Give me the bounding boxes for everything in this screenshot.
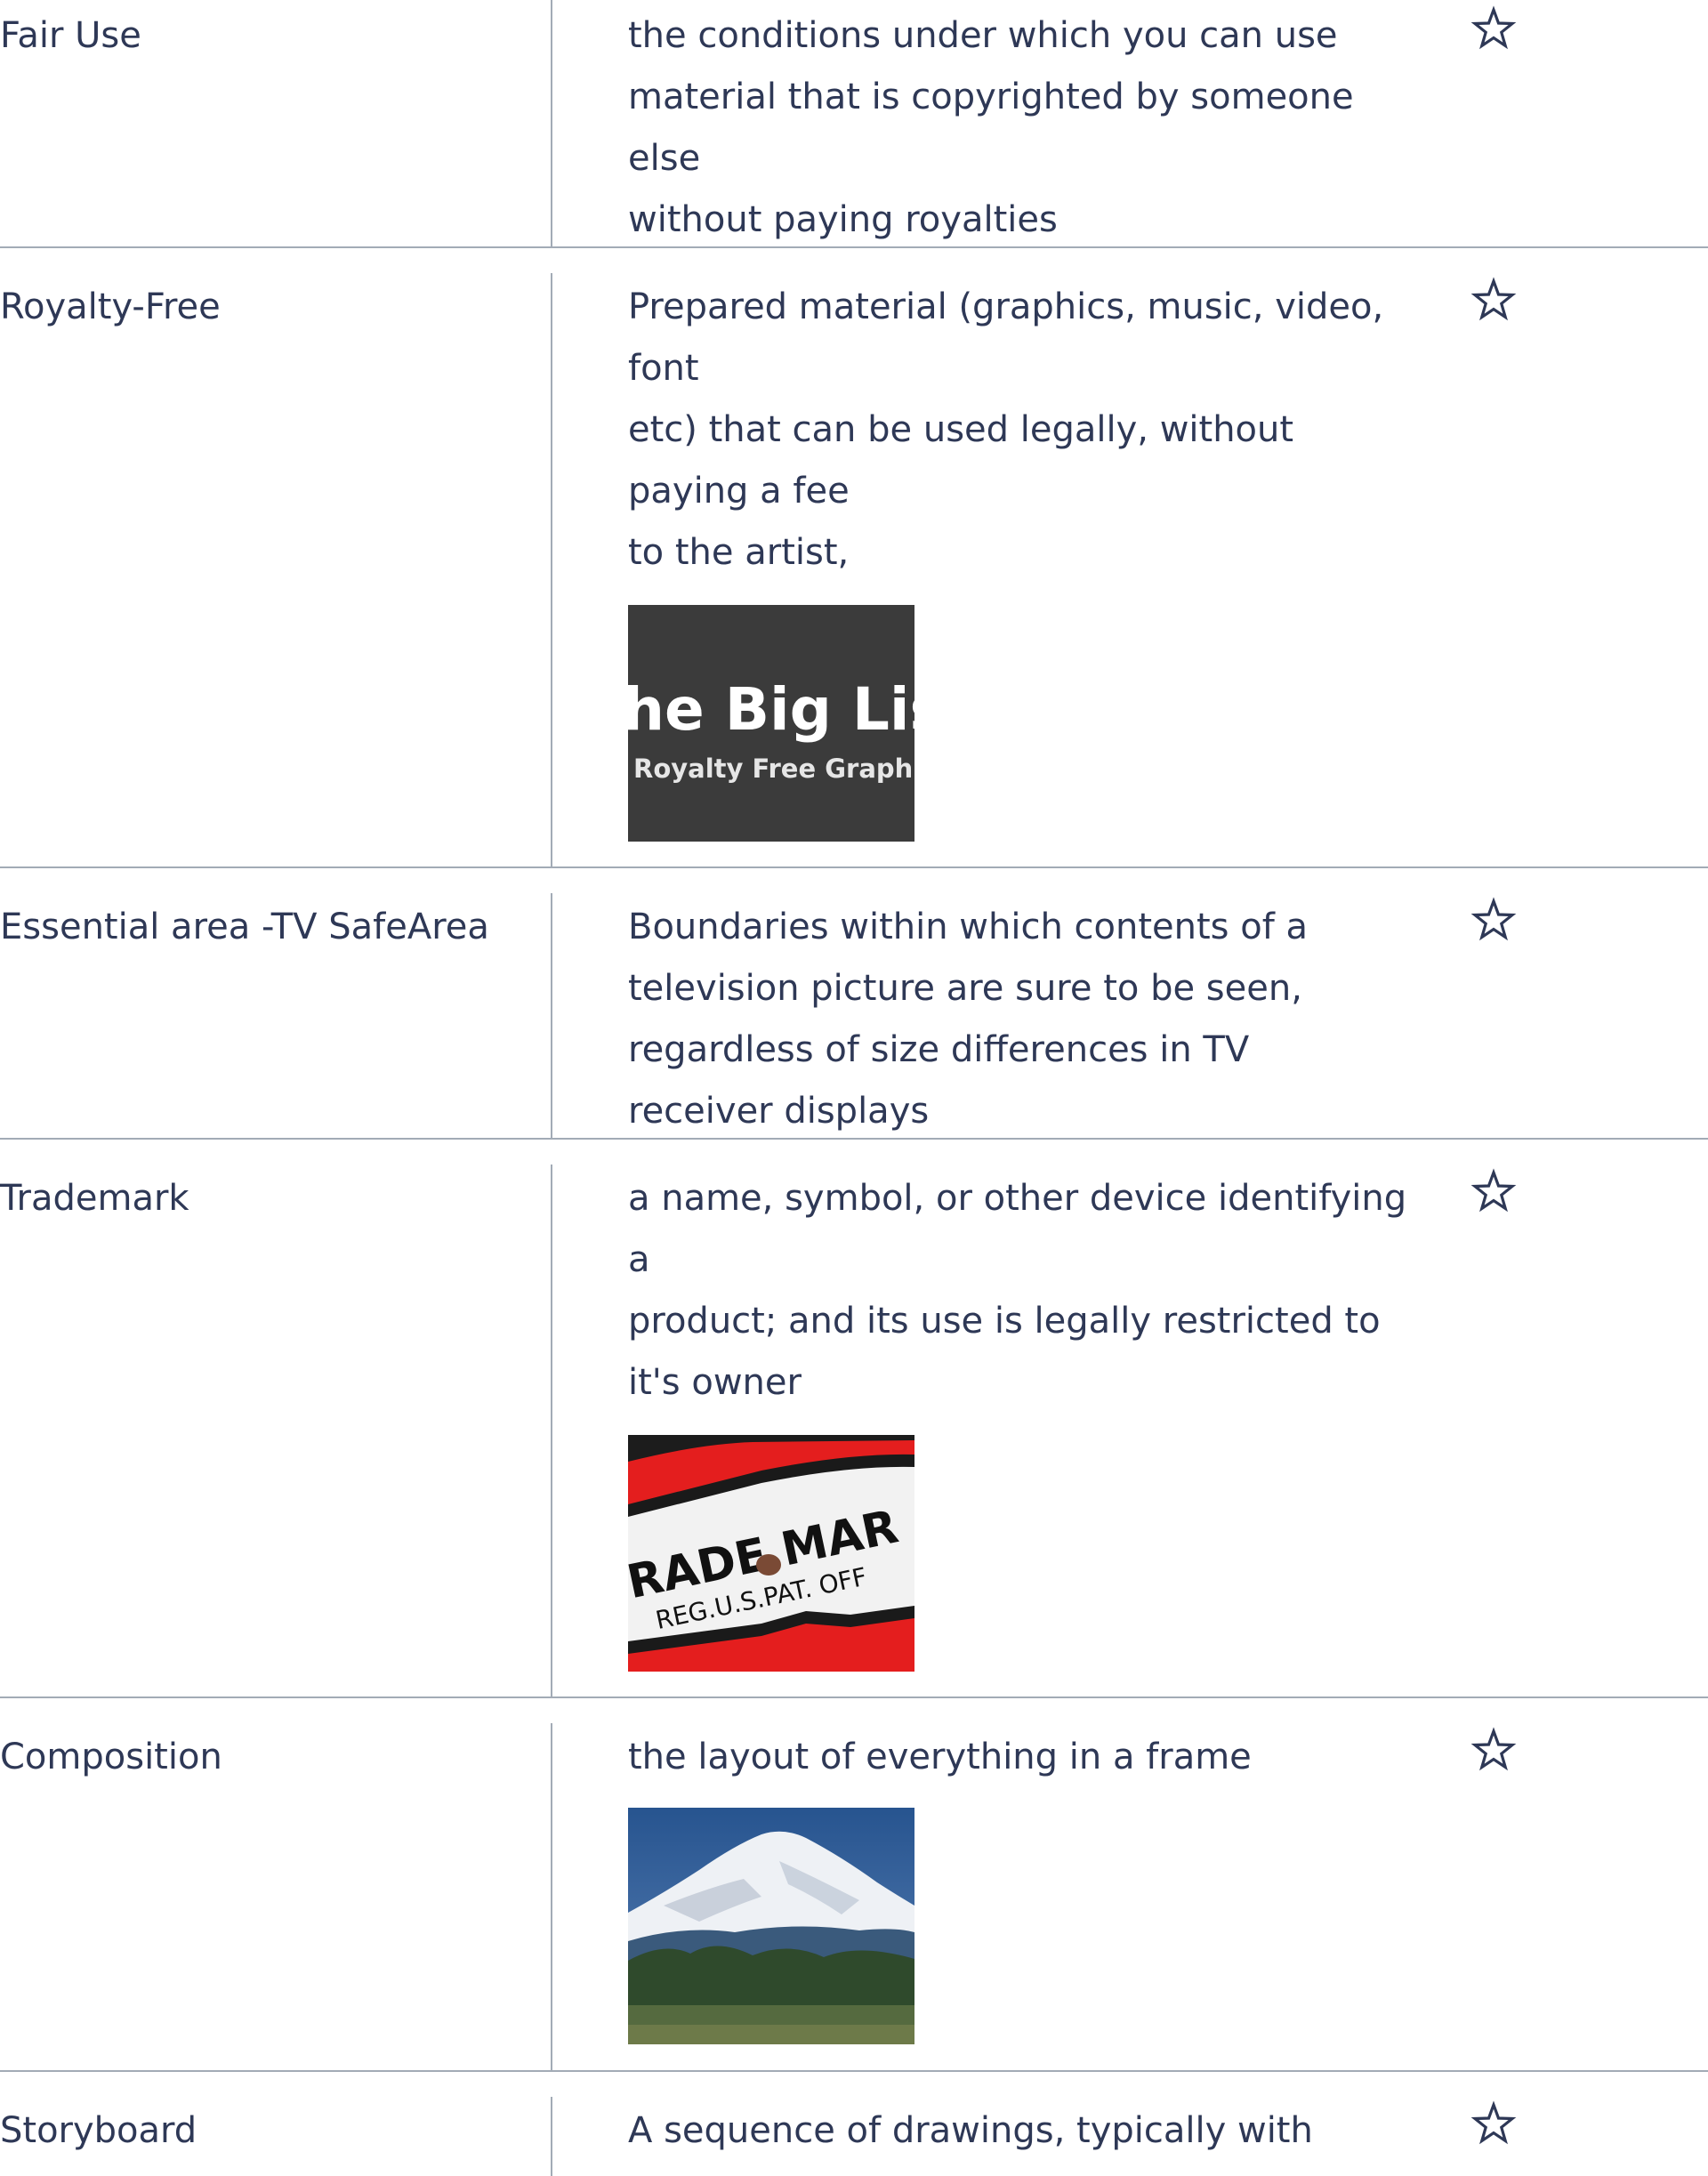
definition-image[interactable]: RADE MAR REG.U.S.PAT. OFF bbox=[628, 1435, 914, 1672]
definition-line: a bbox=[628, 1239, 650, 1280]
term-row: Trademark a name, symbol, or other devic… bbox=[0, 1140, 1708, 1698]
definition-line: A sequence of drawings, typically with bbox=[628, 2110, 1313, 2151]
term-text: Essential area -TV SafeArea bbox=[0, 907, 489, 947]
definition-line: without paying royalties bbox=[628, 199, 1058, 240]
definition-text: the layout of everything in a frame bbox=[628, 1727, 1393, 1788]
definition-line: Boundaries within which contents of a bbox=[628, 907, 1309, 947]
row-divider bbox=[551, 893, 552, 1138]
definition-text: A sequence of drawings, typically with bbox=[628, 2100, 1393, 2162]
definition-line: font bbox=[628, 348, 699, 389]
row-divider bbox=[551, 273, 552, 866]
term-text: Composition bbox=[0, 1737, 222, 1777]
definition-text: the conditions under which you can use m… bbox=[628, 5, 1393, 251]
row-divider bbox=[551, 0, 552, 246]
star-icon[interactable] bbox=[1470, 277, 1518, 325]
definition-line: regardless of size differences in TV bbox=[628, 1029, 1250, 1070]
definition-image[interactable]: he Big Lis Royalty Free Graphi bbox=[628, 605, 914, 842]
star-icon[interactable] bbox=[1470, 1168, 1518, 1216]
term-row: Composition the layout of everything in … bbox=[0, 1698, 1708, 2072]
term-row: Royalty-Free Prepared material (graphics… bbox=[0, 248, 1708, 868]
term-row: Storyboard A sequence of drawings, typic… bbox=[0, 2072, 1708, 2176]
definition-text: Prepared material (graphics, music, vide… bbox=[628, 277, 1393, 584]
term-text: Storyboard bbox=[0, 2110, 197, 2151]
definition-line: etc) that can be used legally, without bbox=[628, 409, 1294, 450]
definition-line: the conditions under which you can use bbox=[628, 15, 1338, 56]
star-icon[interactable] bbox=[1470, 1727, 1518, 1775]
image-text: he Big Lis bbox=[628, 675, 914, 744]
definition-line: it's owner bbox=[628, 1362, 802, 1403]
definition-text: Boundaries within which contents of a te… bbox=[628, 897, 1393, 1142]
definition-image[interactable] bbox=[628, 1808, 914, 2044]
star-icon[interactable] bbox=[1470, 2100, 1518, 2148]
star-icon[interactable] bbox=[1470, 897, 1518, 945]
term-row: Fair Use the conditions under which you … bbox=[0, 0, 1708, 248]
term-text: Fair Use bbox=[0, 15, 141, 56]
row-divider bbox=[551, 1165, 552, 1696]
definition-line: product; and its use is legally restrict… bbox=[628, 1301, 1381, 1342]
definition-line: Prepared material (graphics, music, vide… bbox=[628, 286, 1384, 327]
definition-line: the layout of everything in a frame bbox=[628, 1737, 1252, 1777]
definition-line: else bbox=[628, 138, 701, 179]
definition-line: to the artist, bbox=[628, 532, 850, 573]
image-text: Royalty Free Graphi bbox=[633, 754, 914, 784]
row-divider bbox=[551, 1723, 552, 2070]
star-icon[interactable] bbox=[1470, 5, 1518, 53]
term-text: Royalty-Free bbox=[0, 286, 221, 327]
definition-line: a name, symbol, or other device identify… bbox=[628, 1178, 1407, 1219]
definition-line: paying a fee bbox=[628, 471, 850, 512]
definition-line: television picture are sure to be seen, bbox=[628, 968, 1302, 1009]
row-divider bbox=[551, 2097, 552, 2176]
definition-line: material that is copyrighted by someone bbox=[628, 77, 1354, 117]
definition-line: receiver displays bbox=[628, 1091, 930, 1132]
term-row: Essential area -TV SafeArea Boundaries w… bbox=[0, 868, 1708, 1140]
term-text: Trademark bbox=[0, 1178, 189, 1219]
definition-text: a name, symbol, or other device identify… bbox=[628, 1168, 1407, 1414]
